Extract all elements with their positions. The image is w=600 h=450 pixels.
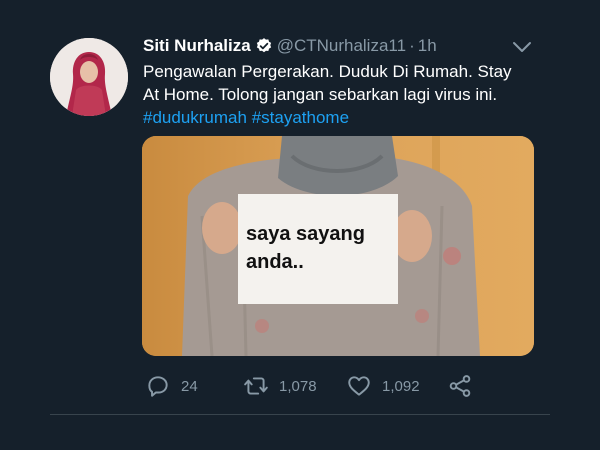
reply-count: 24 — [181, 377, 198, 395]
avatar-image — [50, 38, 128, 116]
tweet-header: Siti Nurhaliza @CTNurhaliza11 · 1h — [143, 34, 437, 58]
share-button[interactable] — [447, 372, 473, 400]
chevron-down-icon[interactable] — [510, 38, 534, 56]
separator-dot: · — [409, 36, 415, 55]
sign-text-line: anda.. — [246, 251, 304, 273]
reply-icon — [148, 376, 168, 397]
verified-badge-icon — [256, 38, 271, 53]
tweet[interactable]: Siti Nurhaliza @CTNurhaliza11 · 1h Penga… — [0, 0, 600, 450]
tweet-text-line: At Home. Tolong jangan sebarkan lagi vir… — [143, 85, 498, 104]
retweet-count: 1,078 — [279, 377, 317, 395]
divider — [50, 414, 550, 415]
reply-button[interactable]: 24 — [145, 372, 198, 400]
like-count: 1,092 — [382, 377, 420, 395]
sign-text: saya sayang anda.. — [246, 220, 396, 276]
sign-text-line: saya sayang — [246, 223, 365, 245]
retweet-icon — [244, 377, 268, 395]
tweet-text: Pengawalan Pergerakan. Duduk Di Rumah. S… — [143, 60, 543, 129]
tweet-actions: 24 1,078 1,092 — [143, 372, 543, 400]
author-name[interactable]: Siti Nurhaliza — [143, 36, 251, 56]
retweet-button[interactable]: 1,078 — [243, 372, 317, 400]
tweet-timestamp[interactable]: 1h — [418, 36, 437, 56]
like-button[interactable]: 1,092 — [346, 372, 420, 400]
hashtag-link[interactable]: #dudukrumah — [143, 108, 247, 127]
hashtag-link[interactable]: #stayathome — [252, 108, 349, 127]
tweet-text-line: Pengawalan Pergerakan. Duduk Di Rumah. S… — [143, 62, 512, 81]
heart-icon — [348, 376, 370, 396]
author-handle[interactable]: @CTNurhaliza11 — [277, 36, 406, 56]
avatar[interactable] — [50, 38, 128, 116]
share-icon — [449, 375, 471, 397]
